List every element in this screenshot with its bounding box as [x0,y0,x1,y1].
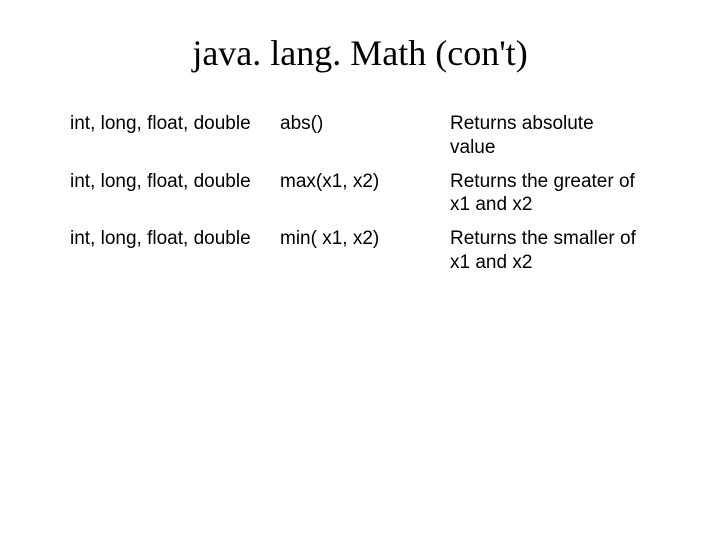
slide: java. lang. Math (con't) int, long, floa… [0,0,720,540]
method-table: int, long, float, double abs() Returns a… [70,112,660,275]
table-cell-signature: abs() [280,112,450,160]
table-cell-description: Returns absolute value [450,112,650,160]
slide-title: java. lang. Math (con't) [60,32,660,74]
table-cell-types: int, long, float, double [70,170,280,218]
table-cell-description: Returns the smaller of x1 and x2 [450,227,650,275]
table-cell-signature: max(x1, x2) [280,170,450,218]
table-cell-types: int, long, float, double [70,112,280,160]
table-cell-types: int, long, float, double [70,227,280,275]
table-cell-description: Returns the greater of x1 and x2 [450,170,650,218]
table-cell-signature: min( x1, x2) [280,227,450,275]
